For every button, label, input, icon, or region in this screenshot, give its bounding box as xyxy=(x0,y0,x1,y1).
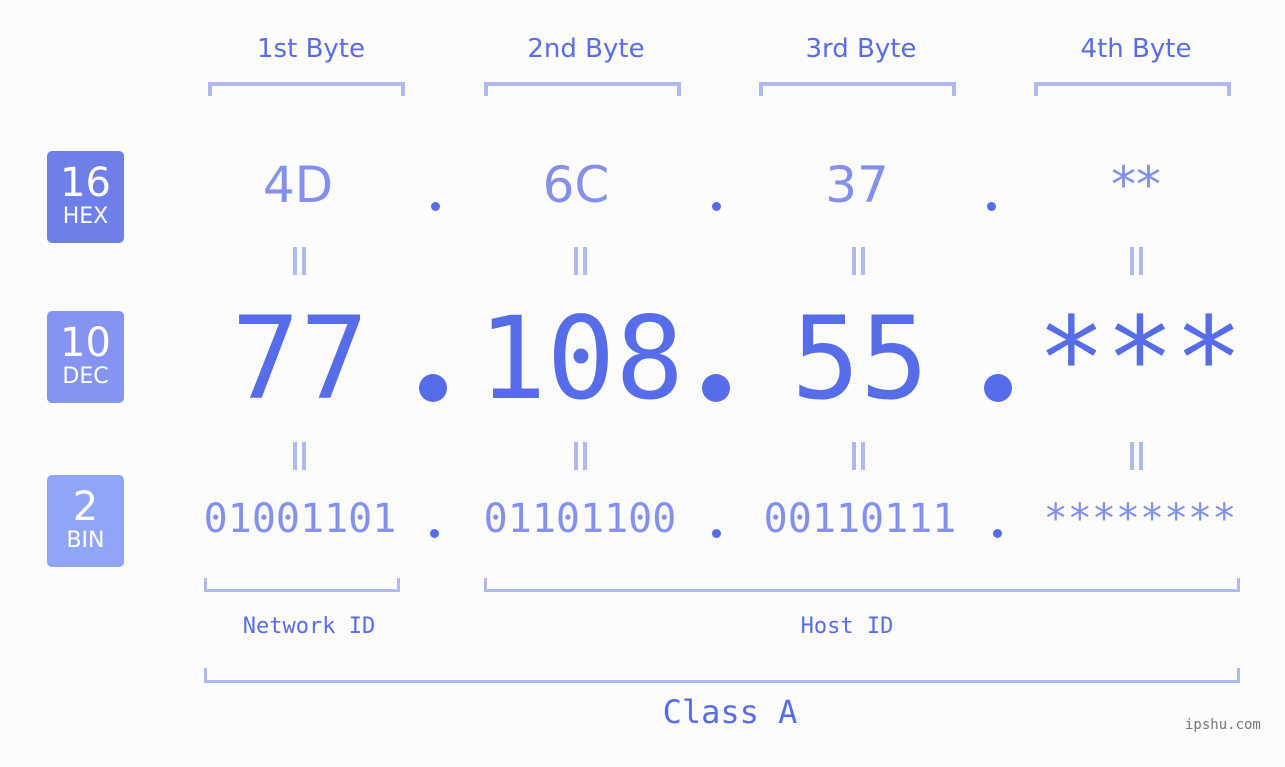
equals-icon xyxy=(850,442,866,470)
hex-separator-3 xyxy=(987,202,996,211)
watermark: ipshu.com xyxy=(1185,717,1261,733)
host-id-label: Host ID xyxy=(800,614,894,639)
byte-header-3: 3rd Byte xyxy=(805,34,917,64)
hex-badge-number: 16 xyxy=(60,160,111,206)
bin-separator-1 xyxy=(430,529,439,538)
dec-separator-1 xyxy=(419,374,447,402)
network-id-bracket xyxy=(204,578,400,592)
dec-badge: 10 DEC xyxy=(47,311,124,403)
byte-bracket-4 xyxy=(1034,82,1231,96)
class-label: Class A xyxy=(662,693,798,731)
dec-octet-1: 77 xyxy=(231,292,369,425)
hex-octet-2: 6C xyxy=(542,156,610,214)
dec-octet-3: 55 xyxy=(791,292,929,425)
dec-octet-2: 108 xyxy=(478,292,684,425)
dec-separator-2 xyxy=(702,374,730,402)
dec-badge-number: 10 xyxy=(60,320,111,366)
equals-icon xyxy=(1128,247,1144,275)
equals-icon xyxy=(572,442,588,470)
hex-octet-4: ** xyxy=(1111,156,1161,214)
equals-icon xyxy=(291,247,307,275)
byte-bracket-2 xyxy=(484,82,681,96)
hex-badge-label: HEX xyxy=(62,204,109,229)
byte-header-2: 2nd Byte xyxy=(527,34,645,64)
host-id-bracket xyxy=(484,578,1240,592)
dec-octet-4: *** xyxy=(1037,292,1243,425)
equals-icon xyxy=(1128,442,1144,470)
bin-octet-3: 00110111 xyxy=(763,496,957,542)
hex-octet-1: 4D xyxy=(262,156,334,214)
equals-icon xyxy=(291,442,307,470)
bin-octet-2: 01101100 xyxy=(483,496,677,542)
class-bracket xyxy=(204,668,1240,683)
bin-separator-3 xyxy=(993,529,1002,538)
bin-badge-number: 2 xyxy=(72,484,99,530)
bin-badge-label: BIN xyxy=(66,528,105,553)
equals-icon xyxy=(850,247,866,275)
byte-header-1: 1st Byte xyxy=(257,34,365,64)
byte-header-4: 4th Byte xyxy=(1080,34,1192,64)
equals-icon xyxy=(572,247,588,275)
hex-badge: 16 HEX xyxy=(47,151,124,243)
network-id-label: Network ID xyxy=(242,614,376,639)
bin-octet-1: 01001101 xyxy=(203,496,397,542)
dec-badge-label: DEC xyxy=(62,364,109,389)
hex-separator-2 xyxy=(712,202,721,211)
dec-separator-3 xyxy=(984,374,1012,402)
bin-separator-2 xyxy=(712,529,721,538)
byte-bracket-3 xyxy=(759,82,956,96)
bin-octet-4: ******** xyxy=(1043,496,1237,542)
hex-octet-3: 37 xyxy=(825,156,889,214)
hex-separator-1 xyxy=(431,202,440,211)
byte-bracket-1 xyxy=(208,82,405,96)
bin-badge: 2 BIN xyxy=(47,475,124,567)
